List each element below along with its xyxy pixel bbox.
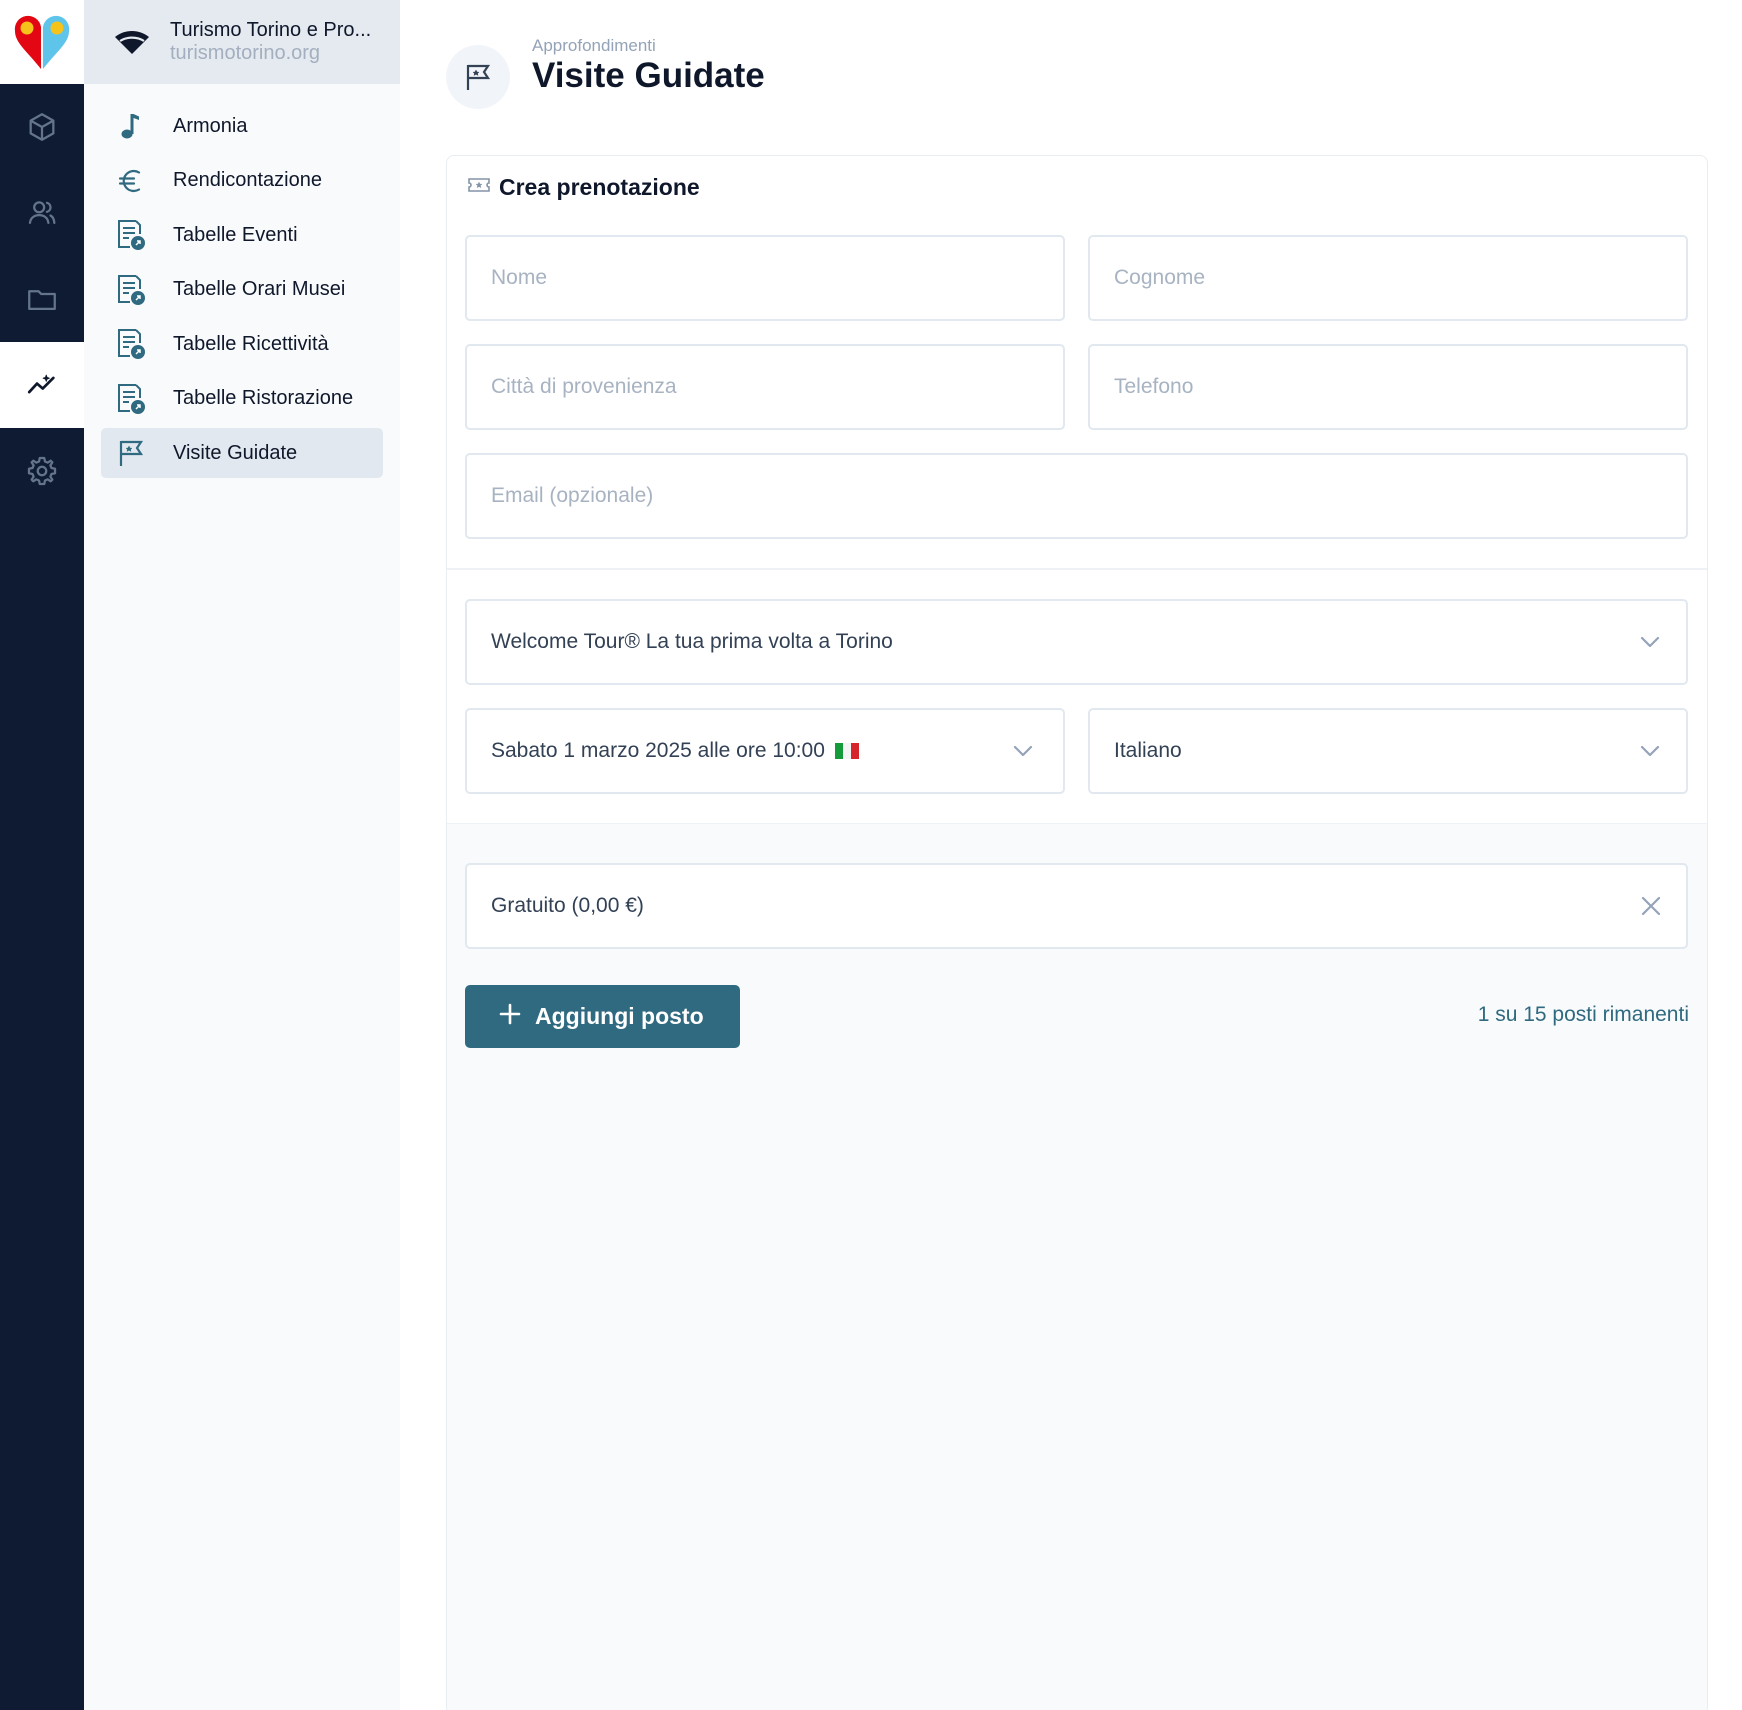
ticket-select[interactable]: Gratuito (0,00 €) (465, 863, 1688, 949)
main-content: Approfondimenti Visite Guidate Crea pren… (400, 0, 1742, 1710)
ticket-icon (467, 175, 491, 200)
page-title: Visite Guidate (532, 56, 765, 95)
sidebar-item-label: Rendicontazione (173, 169, 322, 191)
cube-icon (29, 113, 55, 141)
plus-icon (499, 1003, 521, 1030)
sidebar-item-tabelle-ristorazione[interactable]: Tabelle Ristorazione (101, 374, 383, 424)
euro-icon (115, 165, 147, 197)
app-window: Turismo Torino e Pro... turismotorino.or… (0, 0, 1742, 1710)
chevron-down-icon (1640, 745, 1660, 757)
email-input[interactable] (491, 455, 1686, 537)
sidebar-item-rendicontazione[interactable]: Rendicontazione (101, 156, 383, 206)
app-logo[interactable] (0, 0, 84, 84)
breadcrumb[interactable]: Approfondimenti (532, 36, 656, 56)
rail-item-folders[interactable] (0, 256, 84, 342)
chevron-down-icon (1640, 636, 1660, 648)
table-doc-icon (115, 383, 147, 415)
sidebar-item-label: Tabelle Eventi (173, 223, 298, 246)
sidebar-item-label: Tabelle Orari Musei (173, 278, 346, 300)
music-note-icon (115, 110, 147, 142)
nome-field[interactable] (465, 235, 1065, 321)
rail-item-analytics[interactable] (0, 342, 84, 428)
datetime-select-value: Sabato 1 marzo 2025 alle ore 10:00 (491, 739, 825, 762)
language-select[interactable]: Italiano (1088, 708, 1688, 794)
nome-input[interactable] (491, 237, 1063, 319)
remaining-seats-text: 1 su 15 posti rimanenti (1477, 1003, 1689, 1026)
citta-input[interactable] (491, 346, 1063, 428)
flag-icon (115, 437, 147, 469)
table-doc-icon (115, 274, 147, 306)
chevron-down-icon (1013, 745, 1033, 757)
sidebar-item-tabelle-orari-musei[interactable]: Tabelle Orari Musei (101, 265, 383, 315)
section-divider (447, 568, 1707, 570)
card-title: Crea prenotazione (499, 174, 700, 200)
sidebar-item-label: Tabelle Ricettività (173, 332, 329, 355)
rail-item-settings[interactable] (0, 428, 84, 514)
icon-rail (0, 0, 84, 1710)
sidebar: Turismo Torino e Pro... turismotorino.or… (84, 0, 400, 1710)
logo-icon (14, 15, 70, 70)
org-name: Turismo Torino e Pro... (170, 19, 372, 41)
tour-select-value: Welcome Tour® La tua prima volta a Torin… (491, 630, 893, 653)
sidebar-nav: Armonia Rendicontazione Tabelle Eventi T… (101, 101, 383, 483)
cognome-input[interactable] (1114, 237, 1686, 319)
sidebar-item-label: Armonia (173, 114, 248, 137)
table-doc-icon (115, 328, 147, 360)
ticket-select-value: Gratuito (0,00 €) (491, 894, 644, 917)
sidebar-item-tabelle-ricettivita[interactable]: Tabelle Ricettività (101, 319, 383, 369)
datetime-select[interactable]: Sabato 1 marzo 2025 alle ore 10:00 (465, 708, 1065, 794)
sidebar-item-visite-guidate[interactable]: Visite Guidate (101, 428, 383, 478)
add-seat-button[interactable]: Aggiungi posto (465, 985, 740, 1048)
page-flag-icon (446, 45, 510, 109)
citta-field[interactable] (465, 344, 1065, 430)
analytics-icon (27, 374, 55, 394)
telefono-input[interactable] (1114, 346, 1686, 428)
language-select-value: Italiano (1114, 739, 1182, 762)
email-field[interactable] (465, 453, 1688, 539)
gear-icon (27, 456, 57, 486)
italian-flag-icon (834, 743, 859, 759)
seats-section (447, 823, 1707, 1710)
rail-item-users[interactable] (0, 170, 84, 256)
add-seat-label: Aggiungi posto (535, 1003, 704, 1029)
booking-card: Crea prenotazione Welcome Tour® La tua p… (446, 155, 1708, 1710)
sidebar-item-tabelle-eventi[interactable]: Tabelle Eventi (101, 210, 383, 260)
folder-icon (28, 290, 56, 311)
org-switcher[interactable]: Turismo Torino e Pro... turismotorino.or… (84, 0, 400, 84)
org-domain: turismotorino.org (170, 42, 321, 64)
tour-select[interactable]: Welcome Tour® La tua prima volta a Torin… (465, 599, 1688, 685)
table-doc-icon (115, 219, 147, 251)
sidebar-item-armonia[interactable]: Armonia (101, 101, 383, 151)
cognome-field[interactable] (1088, 235, 1688, 321)
sidebar-item-label: Visite Guidate (173, 441, 298, 464)
rail-item-products[interactable] (0, 84, 84, 170)
wifi-icon (106, 29, 158, 55)
close-icon[interactable] (1640, 895, 1662, 917)
users-icon (28, 201, 56, 225)
sidebar-item-label: Tabelle Ristorazione (173, 387, 354, 409)
card-header: Crea prenotazione (467, 174, 700, 201)
telefono-field[interactable] (1088, 344, 1688, 430)
